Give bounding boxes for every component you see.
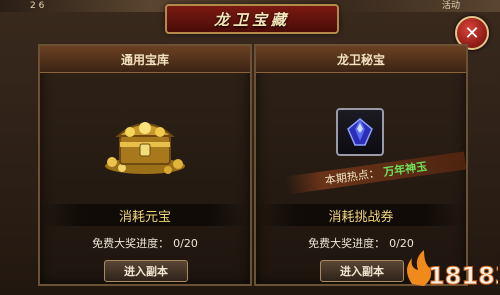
treasure-chest-icon xyxy=(105,122,185,174)
enter-dungeon-button[interactable]: 进入副本 xyxy=(320,260,404,282)
cost-label: 消耗挑战券 xyxy=(328,209,394,225)
panel-title: 通用宝库 xyxy=(120,52,169,67)
gem-item-slot[interactable] xyxy=(336,108,384,156)
top-right-text: 活动 xyxy=(441,1,460,11)
hot-item-ribbon: 本期热点： 万年神玉 xyxy=(285,151,467,195)
hot-label: 本期热点： xyxy=(324,166,381,188)
progress-value: 0/20 xyxy=(173,236,198,250)
blue-gem-icon xyxy=(347,118,373,146)
cost-bar: 消耗挑战券 xyxy=(256,204,466,226)
watermark-text: 18183 xyxy=(428,262,498,290)
free-prize-progress: 免费大奖进度： 0/20 xyxy=(40,234,250,252)
progress-label: 免费大奖进度： xyxy=(92,237,170,250)
cost-label: 消耗元宝 xyxy=(118,209,171,225)
cost-bar: 消耗元宝 xyxy=(40,204,250,226)
enter-dungeon-button[interactable]: 进入副本 xyxy=(104,260,188,282)
dialog-title-bar: 龙卫宝藏 xyxy=(165,4,339,34)
panel-title: 龙卫秘宝 xyxy=(336,52,385,67)
enter-dungeon-label: 进入副本 xyxy=(340,265,384,278)
panel-header: 龙卫秘宝 xyxy=(256,46,466,73)
dialog-title: 龙卫宝藏 xyxy=(213,10,290,29)
hot-value: 万年神玉 xyxy=(382,159,428,179)
progress-label: 免费大奖进度： xyxy=(308,237,386,250)
flame-logo-icon: 18183 xyxy=(407,250,498,291)
panel-common-treasury: 通用宝库 消耗元宝 免费大奖进度： 0/20 进入副本 xyxy=(38,44,252,286)
panel-header: 通用宝库 xyxy=(40,46,250,73)
enter-dungeon-label: 进入副本 xyxy=(124,265,168,278)
close-icon: ✕ xyxy=(464,22,480,44)
top-left-number: 2 6 xyxy=(30,1,45,11)
